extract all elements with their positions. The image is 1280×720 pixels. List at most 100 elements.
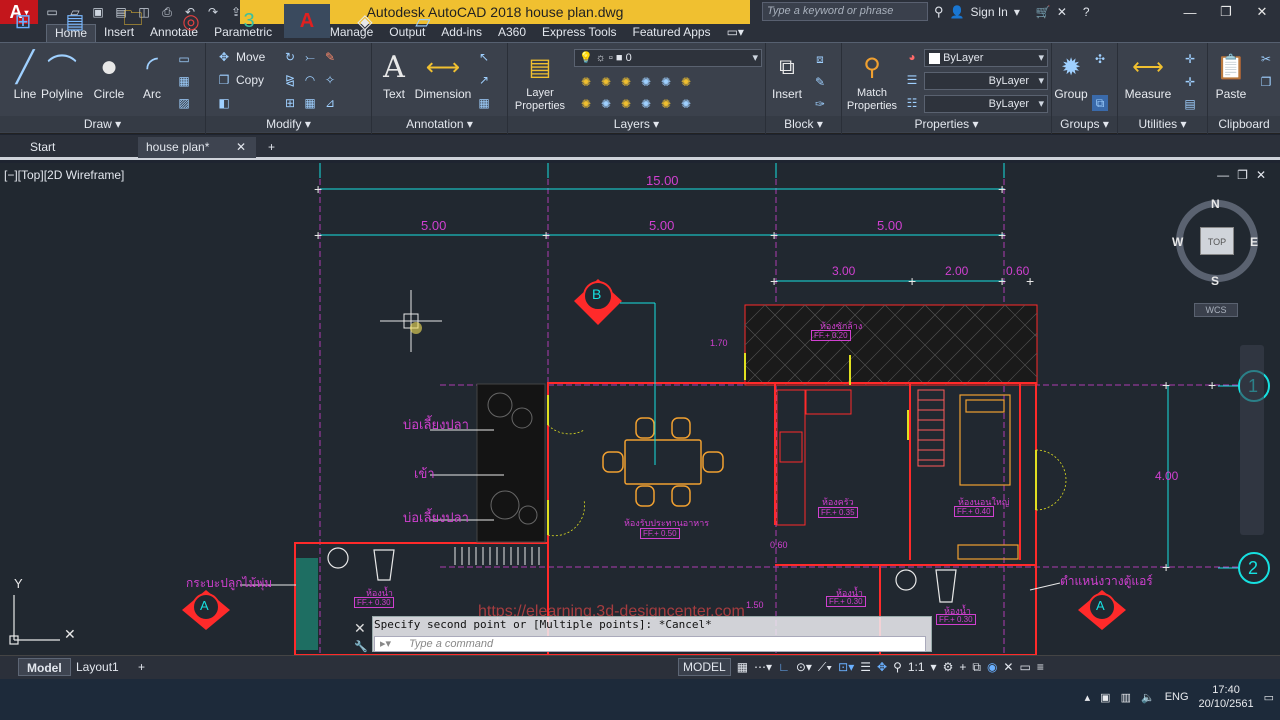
wcs-menu[interactable]: WCS [1194,303,1238,317]
draw-panel-title[interactable]: Draw ▾ [0,116,205,132]
isolate-objects-icon[interactable]: ✕ [1003,660,1013,674]
volume-icon[interactable]: 🔈 [1141,691,1155,704]
properties-panel-title[interactable]: Properties ▾ [842,116,1051,132]
explorer-taskbar-icon[interactable]: ▤ [52,4,98,38]
command-input[interactable]: Type a command [374,636,926,652]
add-layout-button[interactable]: + [130,658,153,676]
command-close-icon[interactable]: ✕ [354,620,366,637]
text-button[interactable]: A Text [372,47,416,102]
utility-taskbar-icon[interactable]: ◈ [342,4,388,38]
lineweight-dropdown[interactable]: ByLayer [924,95,1048,113]
binoculars-icon[interactable]: ⚲ [934,4,944,20]
restore-icon[interactable]: ❐ [1208,0,1244,24]
layers-panel-title[interactable]: Layers ▾ [508,116,765,132]
annotation-panel-title[interactable]: Annotation ▾ [372,116,507,132]
polar-icon[interactable]: ⊙▾ [796,660,812,674]
workspace-icon[interactable]: ⚙ [943,660,954,674]
annotation-visibility-icon[interactable]: ⚲ [893,660,902,674]
cut-button[interactable]: ✂ [1258,49,1274,69]
create-block-button[interactable]: ⧈ [812,49,828,69]
table-button[interactable]: ▦ [476,93,492,113]
tab-house-plan[interactable]: house plan* ✕ [138,137,256,158]
sign-in-link[interactable]: Sign In [970,5,1007,19]
vp-close-icon[interactable]: ✕ [1256,168,1266,182]
layer-properties-button[interactable]: ▤ Layer Properties [512,47,568,113]
paste-button[interactable]: 📋 Paste [1208,47,1254,102]
chevron-down-icon[interactable]: ▾ [931,660,937,674]
compass-north[interactable]: N [1211,197,1220,211]
lineweight-toggle-icon[interactable]: ☰ [860,660,871,674]
compass-west[interactable]: W [1172,235,1183,249]
start-button-icon[interactable]: ⊞ [0,4,46,38]
scale-button[interactable]: ⊞ ▦ ⊿ [282,93,338,113]
group-select-button[interactable]: ⧉ [1092,93,1108,113]
tab-layout1[interactable]: Layout1 [68,658,127,676]
tray-app-icon[interactable]: ▣ [1100,691,1110,704]
model-space-button[interactable]: MODEL [678,658,731,676]
move-button[interactable]: ✥ Move [216,47,265,67]
rectangle-button[interactable]: ▭ [176,49,192,69]
selection-cycling-icon[interactable]: ✥ [877,660,887,674]
mirror-button[interactable]: ⧎ ◠ ✧ [282,70,338,90]
attribute-button[interactable]: ✑ [812,94,828,114]
tab-express-tools[interactable]: Express Tools [534,24,624,42]
tab-model[interactable]: Model [18,658,71,676]
block-panel-title[interactable]: Block ▾ [766,116,841,132]
layer-dropdown[interactable]: 💡 ☼ ▫ ■ 0 [574,49,762,67]
snap-icon[interactable]: ⋯▾ [754,660,772,674]
minimize-icon[interactable]: — [1172,0,1208,24]
color-dropdown[interactable]: ByLayer [924,49,1048,67]
boundary-button[interactable]: ▨ [176,93,192,113]
multileader-button[interactable]: ↗ [476,70,492,90]
tab-start[interactable]: Start [22,137,134,158]
folder-taskbar-icon[interactable]: 🗀 [110,4,156,38]
compass-south[interactable]: S [1211,274,1219,288]
chrome-taskbar-icon[interactable]: ◎ [168,4,214,38]
close-tab-icon[interactable]: ✕ [236,137,246,158]
ortho-icon[interactable]: ∟ [778,660,790,674]
help-icon[interactable]: ? [1083,5,1090,19]
cart-icon[interactable]: 🛒 [1036,5,1051,19]
exchange-icon[interactable]: ✕ [1057,5,1067,19]
hardware-acceleration-icon[interactable]: ◉ [987,660,997,674]
edit-block-button[interactable]: ✎ [812,72,828,92]
tray-arrow-icon[interactable]: ▴ [1085,691,1091,704]
clean-screen-icon[interactable]: ▭ [1019,660,1030,674]
modify-panel-title[interactable]: Modify ▾ [206,116,371,132]
notifications-icon[interactable]: ▭ [1264,691,1274,704]
network-icon[interactable]: ▥ [1121,691,1131,704]
new-tab-button[interactable]: + [260,137,280,158]
copy-clip-button[interactable]: ❐ [1258,72,1274,92]
layer-tools-row-1[interactable]: ✺ ✺ ✺ ✺ ✺ ✺ [578,72,694,92]
insert-button[interactable]: ⧉ Insert [766,47,808,101]
stretch-button[interactable]: ◧ [216,93,232,113]
help-search-input[interactable]: Type a keyword or phrase [762,2,928,21]
polyline-button[interactable]: ⌒ Polyline [37,47,87,101]
linetype-dropdown[interactable]: ByLayer [924,72,1048,90]
close-icon[interactable]: ✕ [1244,0,1280,24]
grid-icon[interactable]: ▦ [737,660,748,674]
hatch-button[interactable]: ▦ [176,71,192,91]
quick-select-button[interactable]: ✛ [1182,72,1198,92]
vp-minimize-icon[interactable]: — [1217,168,1229,182]
ungroup-button[interactable]: ✣ [1092,49,1108,69]
viewcube-top-face[interactable]: TOP [1200,227,1234,255]
command-customize-icon[interactable]: 🔧 [354,640,368,653]
object-snap-icon[interactable]: ⊡▾ [838,660,854,674]
rotate-button[interactable]: ↻ ⤚ ✎ [282,47,338,67]
groups-panel-title[interactable]: Groups ▾ [1052,116,1117,132]
app-taskbar-icon[interactable]: ▱ [400,4,446,38]
add-icon[interactable]: + [959,660,966,674]
layer-tools-row-2[interactable]: ✺ ✺ ✺ ✺ ✺ ✺ [578,94,694,114]
clock[interactable]: 17:40 20/10/2561 [1199,683,1254,711]
compass-east[interactable]: E [1250,235,1258,249]
language-indicator[interactable]: ENG [1165,691,1189,703]
chevron-down-icon[interactable]: ▾ [1014,5,1020,19]
utilities-panel-title[interactable]: Utilities ▾ [1118,116,1207,132]
calculator-button[interactable]: ▤ [1182,94,1198,114]
ribbon-toggle-icon[interactable]: ▭▾ [719,24,752,42]
navigation-bar[interactable] [1240,345,1264,535]
tab-a360[interactable]: A360 [490,24,534,42]
viewport-controls-label[interactable]: [−][Top][2D Wireframe] [4,168,124,182]
arc-button[interactable]: ◜ Arc [127,47,177,102]
